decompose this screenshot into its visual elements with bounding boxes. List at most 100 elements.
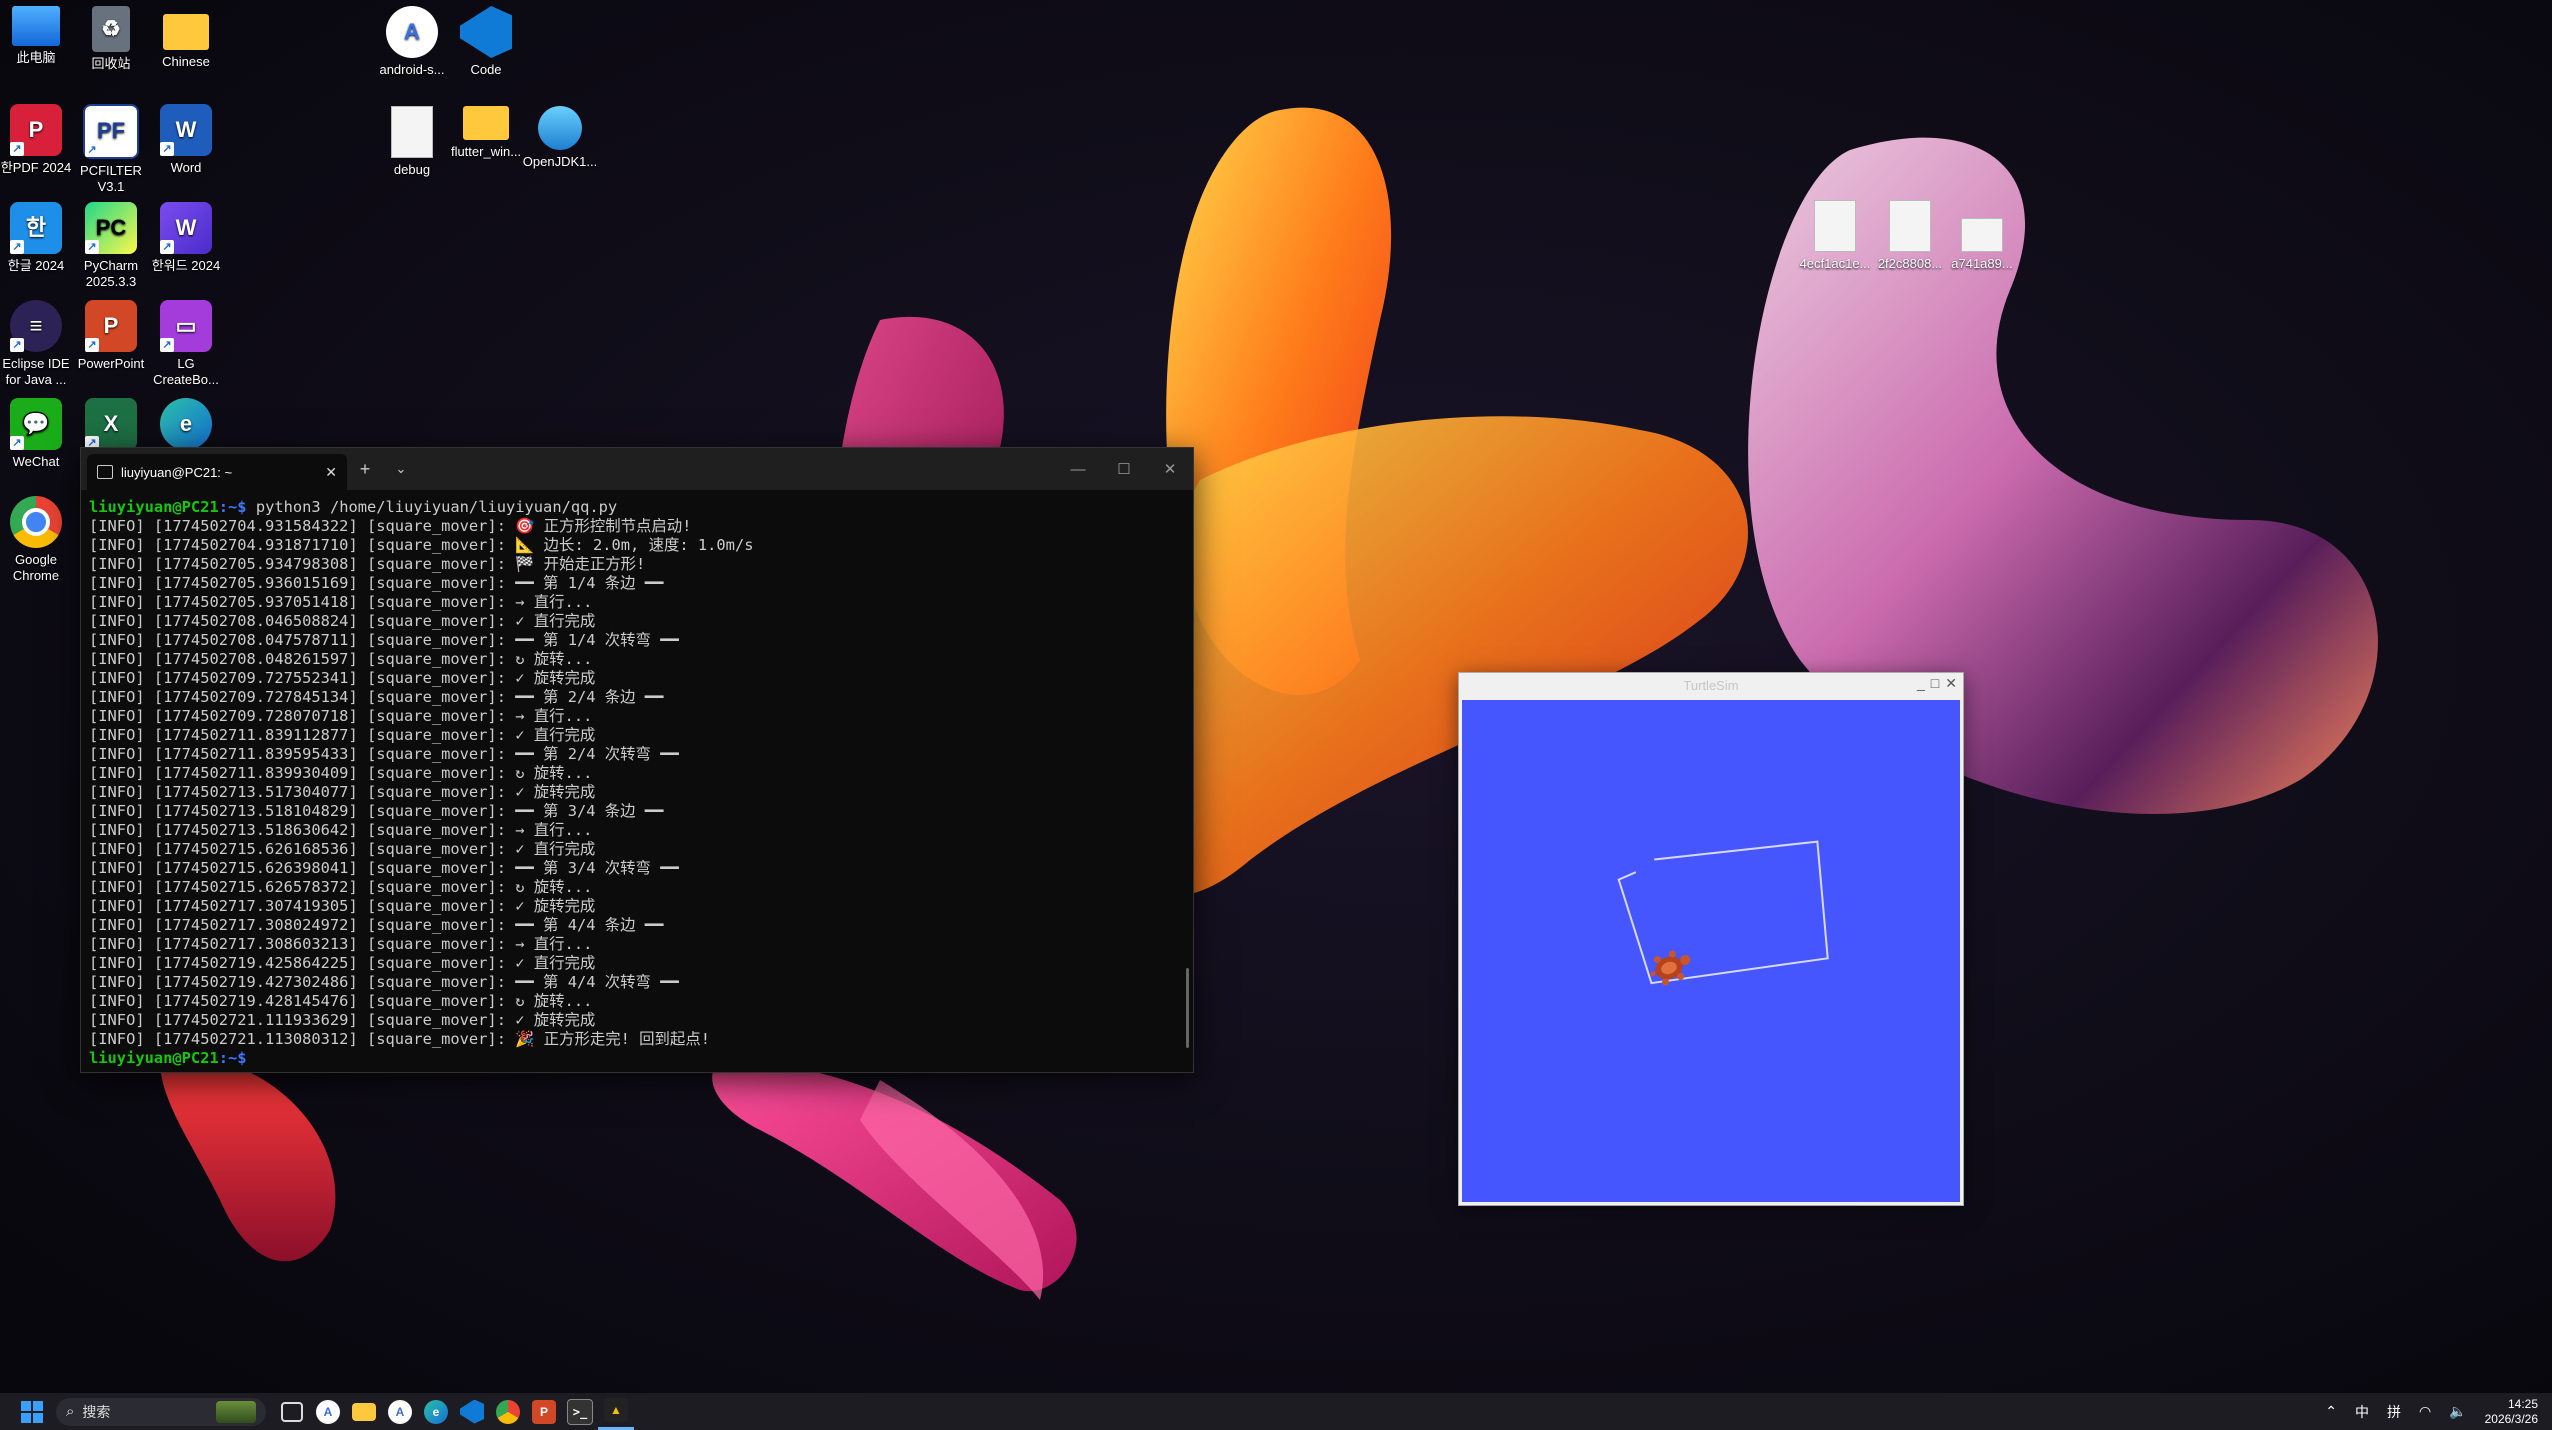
pycharm-icon: PC ↗ — [85, 202, 137, 254]
chrome-icon — [496, 1399, 520, 1424]
wifi-icon[interactable]: ◠ — [2419, 1403, 2431, 1420]
terminal-titlebar[interactable]: liuyiyuan@PC21: ~ ✕ + ⌄ — ☐ ✕ — [81, 448, 1193, 490]
taskbar-file-explorer[interactable] — [346, 1393, 382, 1430]
desktop-icon-this-pc[interactable]: 此电脑 — [0, 6, 78, 96]
desktop-icon-hanword[interactable]: W ↗ 한워드 2024 — [144, 202, 228, 292]
task-view-icon — [281, 1401, 303, 1422]
desktop-icon-hangul[interactable]: 한 ↗ 한글 2024 — [0, 202, 78, 292]
taskbar-linux[interactable]: ▲ — [598, 1393, 634, 1430]
desktop-icon-file-1[interactable]: 4ecf1ac1e... — [1793, 200, 1877, 290]
turtlesim-window[interactable]: TurtleSim _ □ ✕ — [1458, 672, 1964, 1206]
desktop-icon-label: debug — [393, 162, 431, 177]
computer-icon — [12, 6, 60, 46]
log-line: [INFO] [1774502715.626168536] [square_mo… — [89, 840, 596, 858]
shortcut-arrow-icon: ↗ — [85, 142, 99, 157]
prompt-path: :~$ — [218, 498, 247, 516]
desktop-icon-flutter[interactable]: flutter_win... — [444, 106, 528, 196]
close-tab-icon[interactable]: ✕ — [325, 464, 337, 481]
log-line: [INFO] [1774502704.931871710] [square_mo… — [89, 536, 754, 554]
close-window-button[interactable]: ✕ — [1945, 675, 1957, 692]
terminal-output[interactable]: liuyiyuan@PC21:~$ python3 /home/liuyiyua… — [81, 490, 1193, 1068]
log-line: [INFO] [1774502715.626578372] [square_mo… — [89, 878, 593, 896]
minimize-button[interactable]: _ — [1917, 675, 1925, 692]
desktop-icon-pycharm[interactable]: PC ↗ PyCharm 2025.3.3 — [69, 202, 153, 292]
taskbar-android-studio-2[interactable]: A — [382, 1393, 418, 1430]
desktop-icon-lg-createboard[interactable]: ▭ ↗ LG CreateBo... — [144, 300, 228, 390]
eclipse-icon: ≡ ↗ — [10, 300, 62, 352]
text-file-icon — [391, 106, 433, 158]
desktop-icon-hanpdf[interactable]: P ↗ 한PDF 2024 — [0, 104, 78, 194]
taskbar-vscode[interactable] — [454, 1393, 490, 1430]
turtlesim-titlebar[interactable]: TurtleSim _ □ ✕ — [1459, 673, 1963, 697]
search-placeholder: 搜索 — [82, 1403, 111, 1420]
log-line: [INFO] [1774502705.934798308] [square_mo… — [89, 555, 646, 573]
windows-logo-icon — [21, 1400, 43, 1423]
desktop-icon-chinese-folder[interactable]: Chinese — [144, 6, 228, 96]
desktop-icon-debug[interactable]: debug — [370, 106, 454, 196]
turtle-trail — [1617, 840, 1829, 985]
taskbar-task-view[interactable] — [274, 1393, 310, 1430]
desktop-icon-android-studio[interactable]: A android-s... — [370, 6, 454, 96]
new-tab-button[interactable]: + — [347, 448, 383, 490]
terminal-tab[interactable]: liuyiyuan@PC21: ~ ✕ — [87, 454, 347, 490]
excel-icon: X ↗ — [85, 398, 137, 450]
desktop-icon-file-3[interactable]: a741a89... — [1940, 218, 2024, 308]
desktop-icon-chrome[interactable]: Google Chrome — [0, 496, 78, 586]
final-prompt-line: liuyiyuan@PC21:~$ — [89, 1049, 1185, 1068]
desktop-icon-recycle-bin[interactable]: ♻ 回收站 — [69, 6, 153, 96]
taskbar-chrome[interactable] — [490, 1393, 526, 1430]
log-line: [INFO] [1774502717.308024972] [square_mo… — [89, 916, 664, 934]
shortcut-arrow-icon: ↗ — [160, 240, 174, 254]
folder-icon — [352, 1402, 376, 1421]
desktop-icon-wechat[interactable]: 💬 ↗ WeChat — [0, 398, 78, 488]
desktop-icon-label: 한PDF 2024 — [0, 160, 72, 175]
taskbar-terminal[interactable]: >_ — [562, 1393, 598, 1430]
close-window-button[interactable]: ✕ — [1147, 448, 1193, 490]
taskbar-clock[interactable]: 14:25 2026/3/26 — [2485, 1397, 2538, 1427]
taskbar-edge[interactable]: e — [418, 1393, 454, 1430]
log-line: [INFO] [1774502705.936015169] [square_mo… — [89, 574, 664, 592]
shortcut-arrow-icon: ↗ — [85, 338, 99, 352]
clock-date: 2026/3/26 — [2484, 1411, 2538, 1426]
command-line: liuyiyuan@PC21:~$ python3 /home/liuyiyua… — [89, 498, 1185, 517]
volume-icon[interactable]: 🔈 — [2449, 1403, 2466, 1420]
terminal-tab-icon — [97, 465, 113, 479]
log-line: [INFO] [1774502704.931584322] [square_mo… — [89, 517, 692, 535]
desktop-icon-pcfilter[interactable]: PF ↗ PCFILTER V3.1 — [69, 104, 153, 194]
minimize-button[interactable]: — — [1055, 448, 1101, 490]
desktop-icon-label: 한워드 2024 — [151, 258, 221, 273]
desktop-icon-powerpoint[interactable]: P ↗ PowerPoint — [69, 300, 153, 390]
desktop-icon-eclipse[interactable]: ≡ ↗ Eclipse IDE for Java ... — [0, 300, 78, 390]
desktop-icon-label: OpenJDK1... — [522, 154, 598, 169]
taskbar-android-studio[interactable]: A — [310, 1393, 346, 1430]
desktop-icon-vscode[interactable]: Code — [444, 6, 528, 96]
edge-icon: e — [424, 1399, 448, 1424]
log-line: [INFO] [1774502705.937051418] [square_mo… — [89, 593, 593, 611]
vscode-icon — [460, 6, 512, 58]
desktop-icon-label: Word — [170, 160, 202, 175]
wechat-icon: 💬 ↗ — [10, 398, 62, 450]
terminal-window[interactable]: liuyiyuan@PC21: ~ ✕ + ⌄ — ☐ ✕ liuyiyuan@… — [80, 447, 1194, 1073]
taskbar-search[interactable]: ⌕ 搜索 — [56, 1397, 266, 1426]
ime-language-indicator[interactable]: 中 — [2355, 1402, 2369, 1422]
maximize-button[interactable]: ☐ — [1101, 448, 1147, 490]
desktop-icon-label: PowerPoint — [77, 356, 145, 371]
installer-icon — [538, 106, 582, 150]
shortcut-arrow-icon: ↗ — [10, 240, 24, 254]
maximize-button[interactable]: □ — [1931, 675, 1939, 692]
desktop-icon-label: PCFILTER V3.1 — [80, 162, 142, 194]
start-button[interactable] — [14, 1393, 50, 1430]
tab-dropdown-chevron-icon[interactable]: ⌄ — [383, 448, 419, 490]
powerpoint-icon: P — [532, 1399, 556, 1424]
log-line: [INFO] [1774502709.728070718] [square_mo… — [89, 707, 593, 725]
desktop-icon-openjdk[interactable]: OpenJDK1... — [518, 106, 602, 196]
taskbar-powerpoint[interactable]: P — [526, 1393, 562, 1430]
tray-overflow-chevron-icon[interactable]: ⌃ — [2325, 1403, 2337, 1420]
shortcut-arrow-icon: ↗ — [160, 338, 174, 352]
log-line: [INFO] [1774502708.046508824] [square_mo… — [89, 612, 596, 630]
ime-mode-indicator[interactable]: 拼 — [2387, 1402, 2401, 1422]
desktop-icon-word[interactable]: W ↗ Word — [144, 104, 228, 194]
desktop-icon-label: android-s... — [379, 62, 445, 77]
terminal-scrollbar[interactable] — [1186, 968, 1189, 1048]
shortcut-arrow-icon: ↗ — [85, 240, 99, 254]
